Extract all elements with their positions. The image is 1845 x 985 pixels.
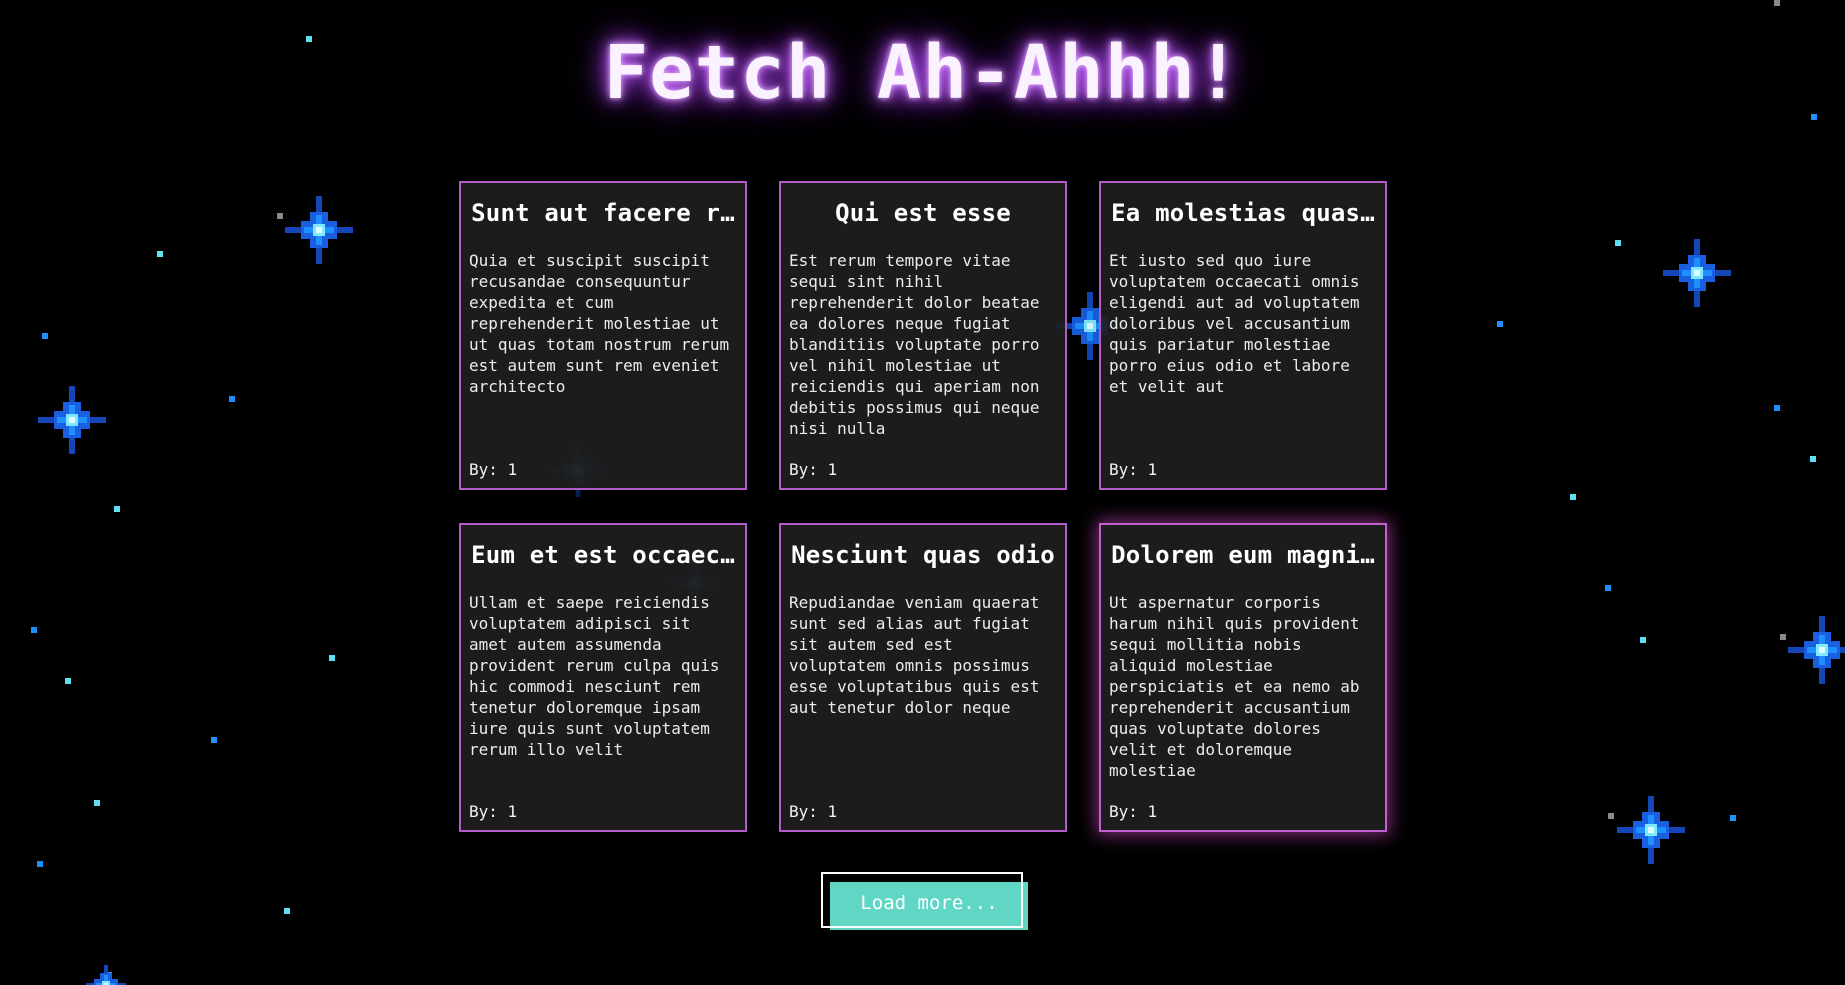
star-dot (65, 678, 71, 684)
post-author: By: 1 (469, 802, 518, 821)
star-dot (1605, 585, 1611, 591)
post-title: Nesciunt quas odio (791, 541, 1055, 569)
cross-star (285, 196, 353, 264)
star-dot (1497, 321, 1503, 327)
star-dot (114, 506, 120, 512)
post-body: Et iusto sed quo iure voluptatem occaeca… (1109, 251, 1360, 396)
post-author: By: 1 (1109, 460, 1158, 479)
cross-star (86, 965, 126, 985)
post-body: Ullam et saepe reiciendis voluptatem adi… (469, 593, 720, 759)
post-card[interactable]: Eum et est occaec… Ullam et saepe reicie… (459, 523, 747, 832)
star-dot (1615, 240, 1621, 246)
load-more-container: Load more... (821, 872, 1031, 932)
star-dot (329, 655, 335, 661)
star-dot (229, 396, 235, 402)
star-dot (1774, 405, 1780, 411)
star-dot (1774, 0, 1780, 6)
post-body: Quia et suscipit suscipit recusandae con… (469, 251, 730, 396)
post-title: Ea molestias quas… (1111, 199, 1375, 227)
cross-star (1663, 239, 1731, 307)
post-title: Eum et est occaec… (471, 541, 735, 569)
star-dot (284, 908, 290, 914)
star-dot (94, 800, 100, 806)
star-dot (42, 333, 48, 339)
star-dot (277, 213, 283, 219)
post-card[interactable]: Nesciunt quas odio Repudiandae veniam qu… (779, 523, 1067, 832)
cross-star (1617, 796, 1685, 864)
posts-grid: Sunt aut facere r… Quia et suscipit susc… (459, 181, 1387, 832)
star-dot (157, 251, 163, 257)
post-card[interactable]: Sunt aut facere r… Quia et suscipit susc… (459, 181, 747, 490)
star-dot (1608, 813, 1614, 819)
star-dot (1640, 637, 1646, 643)
post-body: Est rerum tempore vitae sequi sint nihil… (789, 251, 1040, 438)
star-dot (1780, 634, 1786, 640)
post-title: Qui est esse (835, 199, 1011, 227)
post-author: By: 1 (469, 460, 518, 479)
cross-star (38, 386, 106, 454)
star-dot (211, 737, 217, 743)
star-dot (1730, 815, 1736, 821)
post-title: Dolorem eum magni… (1111, 541, 1375, 569)
post-author: By: 1 (789, 460, 838, 479)
post-title: Sunt aut facere r… (471, 199, 735, 227)
star-dot (1810, 456, 1816, 462)
post-card[interactable]: Qui est esse Est rerum tempore vitae seq… (779, 181, 1067, 490)
post-card[interactable]: Ea molestias quas… Et iusto sed quo iure… (1099, 181, 1387, 490)
star-dot (31, 627, 37, 633)
post-author: By: 1 (1109, 802, 1158, 821)
page-title: Fetch Ah-Ahhh! (603, 30, 1242, 116)
post-body: Repudiandae veniam quaerat sunt sed alia… (789, 593, 1040, 717)
post-card-hovered[interactable]: Dolorem eum magni… Ut aspernatur corpori… (1099, 523, 1387, 832)
load-more-button[interactable]: Load more... (830, 882, 1028, 930)
star-dot (37, 861, 43, 867)
star-dot (1570, 494, 1576, 500)
cross-star (1788, 616, 1845, 684)
post-body: Ut aspernatur corporis harum nihil quis … (1109, 593, 1360, 780)
post-author: By: 1 (789, 802, 838, 821)
